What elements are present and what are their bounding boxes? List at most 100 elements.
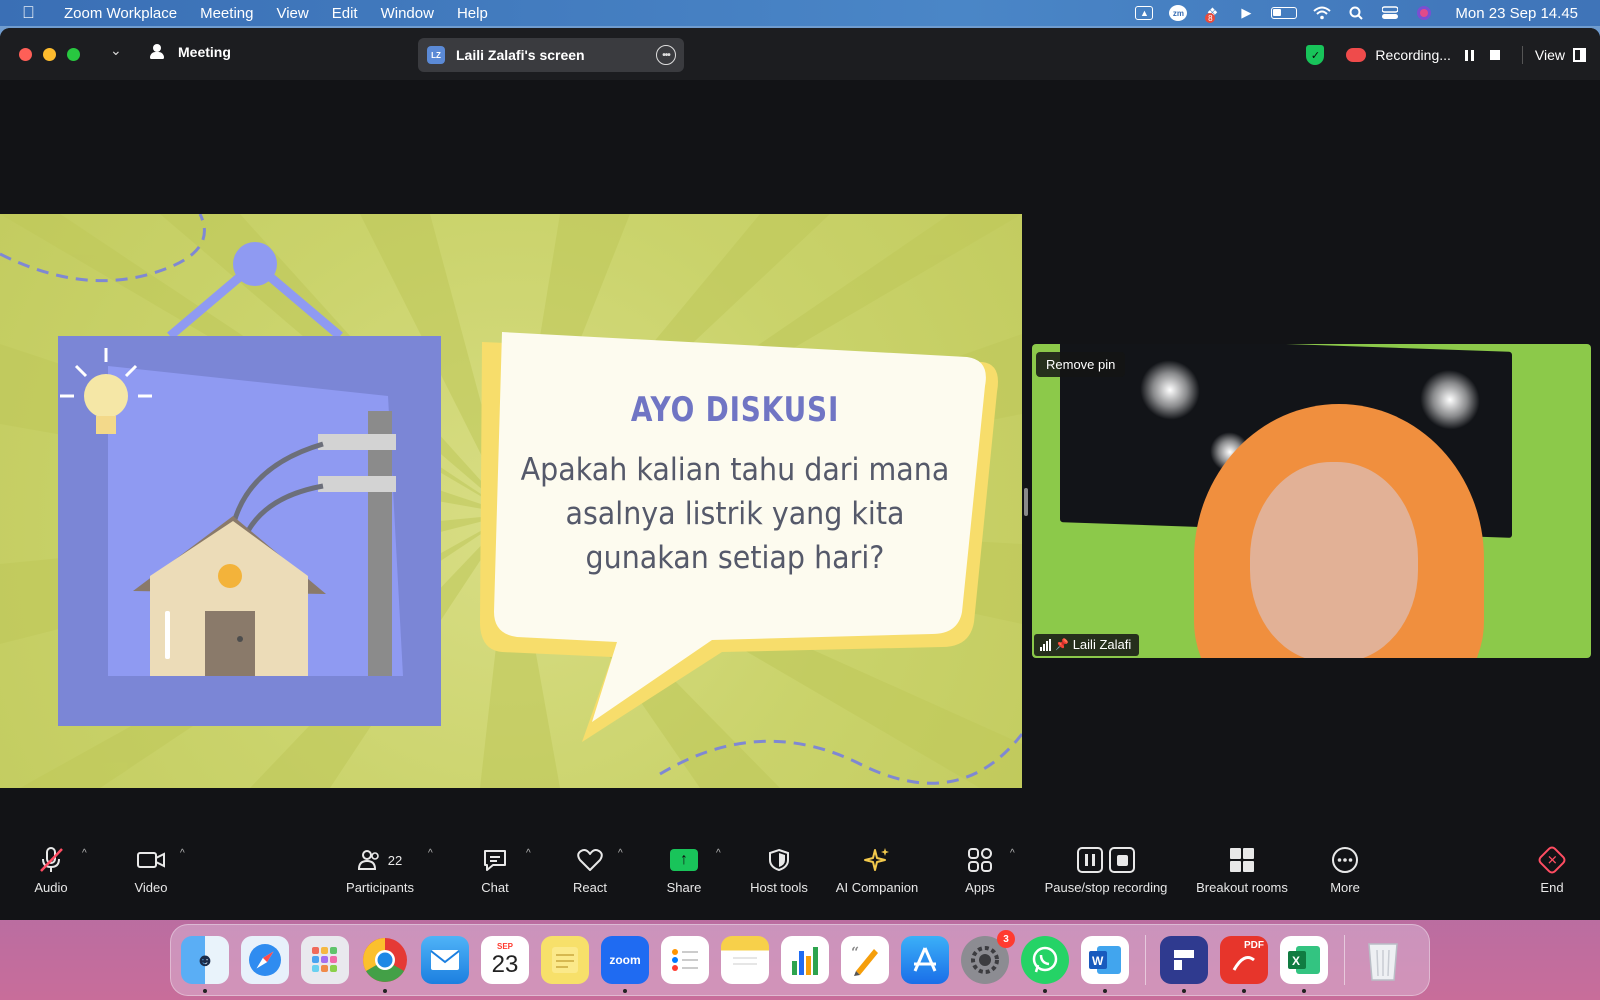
finder-icon: ☻ (195, 949, 215, 970)
dock-word[interactable]: W (1081, 936, 1129, 993)
svg-text:W: W (1092, 954, 1104, 968)
video-options-caret-icon[interactable]: ^ (180, 848, 185, 859)
control-center-icon[interactable] (1381, 5, 1399, 21)
chat-button[interactable]: Chat (474, 844, 516, 895)
dock-flashcard-app[interactable] (1160, 936, 1208, 993)
pause-stop-recording-button[interactable]: Pause/stop recording (1038, 844, 1174, 895)
host-tools-button[interactable]: Host tools (744, 844, 814, 895)
dock-app-store[interactable] (901, 936, 949, 984)
launchpad-grid-icon (312, 947, 337, 972)
participants-button[interactable]: 22 Participants (342, 844, 418, 895)
settings-gear-icon (971, 946, 999, 974)
audio-options-caret-icon[interactable]: ^ (82, 848, 87, 859)
menubar-clock[interactable]: Mon 23 Sep 14.45 (1455, 5, 1578, 22)
meeting-toolbar: Audio ^ Video ^ 22 Participants ^ Chat ^… (0, 834, 1600, 920)
dock-launchpad[interactable] (301, 936, 349, 984)
apps-grid-icon (968, 848, 992, 872)
screen-share-label: Laili Zalafi's screen (456, 47, 585, 63)
video-camera-icon (137, 852, 165, 868)
zoom-tray-icon[interactable]: zm (1169, 5, 1188, 21)
share-options-caret-icon[interactable]: ^ (716, 848, 721, 859)
breakout-rooms-button[interactable]: Breakout rooms (1190, 844, 1294, 895)
end-meeting-button[interactable]: ✕ End (1534, 844, 1570, 895)
play-icon[interactable]: ▶ (1237, 5, 1255, 21)
more-button[interactable]: More (1322, 844, 1368, 895)
wifi-icon[interactable] (1313, 5, 1332, 21)
apps-options-caret-icon[interactable]: ^ (1010, 848, 1015, 859)
dropbox-icon[interactable]: ❖ 8 (1203, 5, 1221, 23)
search-icon[interactable] (1347, 5, 1365, 21)
tray-badge: 8 (1205, 13, 1216, 23)
notes-icon (733, 957, 757, 965)
share-button[interactable]: ↑ Share (662, 844, 706, 895)
meeting-info-button[interactable]: Meeting (150, 44, 231, 60)
flashcard-app-icon (1174, 950, 1194, 970)
battery-icon[interactable] (1271, 7, 1298, 19)
dock-zoom[interactable]: zoom (601, 936, 649, 993)
dock-reminders[interactable] (661, 936, 709, 984)
apple-icon[interactable]:  (22, 3, 46, 23)
dock-finder[interactable]: ☻ (181, 936, 229, 993)
menu-help[interactable]: Help (457, 5, 488, 22)
pdf-label: PDF (1244, 940, 1264, 951)
encryption-shield-icon[interactable]: ✓ (1306, 45, 1325, 65)
dock-pdf-expert[interactable]: PDF (1220, 936, 1268, 993)
dock-safari[interactable] (241, 936, 289, 984)
dock-notes[interactable] (721, 936, 769, 984)
participant-name: Laili Zalafi (1072, 637, 1132, 652)
siri-icon[interactable] (1415, 5, 1433, 21)
zoom-window: ⌄ Meeting LZ Laili Zalafi's screen ••• ✓… (0, 28, 1600, 920)
svg-text:“: “ (851, 945, 859, 961)
minimize-window-button[interactable] (43, 48, 56, 61)
pause-icon (1077, 847, 1103, 873)
shared-screen-slide[interactable]: AYO DISKUSI Apakah kalian tahu dari mana… (0, 214, 1022, 788)
chat-bubble-icon (484, 850, 506, 871)
dock-calendar[interactable]: SEP 23 (481, 936, 529, 984)
participants-count: 22 (387, 852, 403, 868)
dock-whatsapp[interactable] (1021, 936, 1069, 993)
muted-microphone-icon (40, 847, 63, 872)
apps-button[interactable]: Apps (958, 844, 1002, 895)
stop-recording-icon[interactable] (1489, 50, 1500, 60)
cloud-recording-icon (1346, 48, 1367, 62)
split-view-handle[interactable] (1024, 488, 1028, 516)
close-window-button[interactable] (19, 48, 32, 61)
pause-recording-icon[interactable] (1464, 49, 1476, 61)
participant-video-tile[interactable]: Remove pin 📌 Laili Zalafi (1032, 344, 1591, 658)
house-power-illustration (60, 348, 403, 676)
heart-icon (577, 849, 603, 871)
audio-button[interactable]: Audio (28, 844, 74, 895)
react-button[interactable]: React (568, 844, 612, 895)
menu-meeting[interactable]: Meeting (200, 5, 253, 22)
chevron-down-icon[interactable]: ⌄ (110, 42, 122, 59)
chrome-icon (363, 938, 407, 982)
dock-stickies[interactable] (541, 936, 589, 984)
menu-app-name[interactable]: Zoom Workplace (64, 5, 177, 22)
fullscreen-window-button[interactable] (67, 48, 80, 61)
more-options-icon[interactable]: ••• (656, 45, 676, 65)
dock-system-settings[interactable]: 3 (961, 930, 1015, 984)
dock-chrome[interactable] (361, 936, 409, 993)
dock-trash[interactable] (1359, 936, 1407, 984)
dock-numbers[interactable] (781, 936, 829, 984)
chat-options-caret-icon[interactable]: ^ (526, 848, 531, 859)
ai-companion-button[interactable]: AI Companion (832, 844, 922, 895)
video-button[interactable]: Video (128, 844, 174, 895)
dock-excel[interactable]: X (1280, 936, 1328, 993)
more-dots-icon (1332, 847, 1358, 873)
dropbox-like-icon[interactable]: ▲ (1135, 6, 1154, 20)
view-button[interactable]: View (1535, 47, 1586, 63)
stickies-note-icon (552, 947, 578, 973)
menu-edit[interactable]: Edit (332, 5, 358, 22)
screen-share-indicator[interactable]: LZ Laili Zalafi's screen ••• (418, 38, 684, 72)
menu-view[interactable]: View (276, 5, 308, 22)
dock-pages[interactable]: “ (841, 936, 889, 984)
react-options-caret-icon[interactable]: ^ (618, 848, 623, 859)
dock-mail[interactable] (421, 936, 469, 984)
zoom-label: zoom (609, 953, 641, 967)
calendar-day: 23 (491, 951, 519, 978)
settings-badge: 3 (997, 930, 1015, 948)
menu-window[interactable]: Window (381, 5, 434, 22)
participants-options-caret-icon[interactable]: ^ (428, 848, 433, 859)
remove-pin-button[interactable]: Remove pin (1036, 352, 1126, 377)
